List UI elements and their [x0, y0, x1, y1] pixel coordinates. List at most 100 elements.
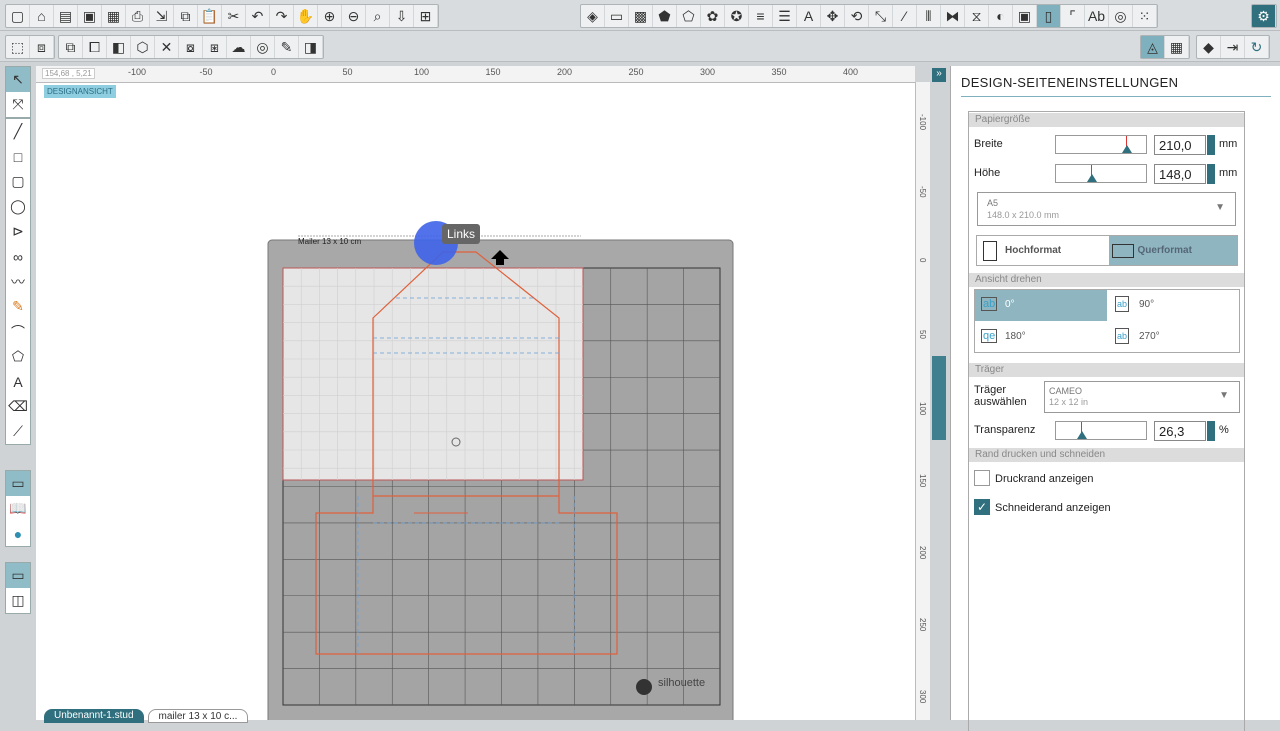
- zoom-in-icon[interactable]: ⊕: [318, 5, 342, 27]
- select-arrow-icon[interactable]: ↖: [6, 67, 30, 92]
- send-eraser-icon[interactable]: ◆: [1197, 36, 1221, 58]
- design-canvas[interactable]: Mailer 13 x 10 cm Links silhouette DESIG…: [36, 66, 915, 720]
- line-style-icon[interactable]: ⬠: [677, 5, 701, 27]
- refresh-icon[interactable]: ↻: [1245, 36, 1269, 58]
- line-width-icon[interactable]: ☰: [773, 5, 797, 27]
- window-icon[interactable]: ▭: [6, 563, 30, 588]
- library-icon[interactable]: ▤: [54, 5, 78, 27]
- fill-icon[interactable]: ◈: [581, 5, 605, 27]
- width-stepper[interactable]: [1207, 135, 1215, 155]
- copy-icon[interactable]: ⧉: [174, 5, 198, 27]
- pencil-icon[interactable]: ✎: [6, 294, 30, 319]
- scroll-thumb[interactable]: [932, 356, 946, 440]
- zoom-drag-icon[interactable]: ⇩: [390, 5, 414, 27]
- pattern-icon[interactable]: ▩: [629, 5, 653, 27]
- cut-icon[interactable]: ✂: [222, 5, 246, 27]
- height-input[interactable]: 148,0: [1154, 164, 1206, 184]
- nesting-icon[interactable]: ⧖: [965, 5, 989, 27]
- portrait-button[interactable]: Hochformat: [977, 236, 1109, 265]
- page-setup-icon[interactable]: ▯: [1037, 5, 1061, 27]
- height-slider[interactable]: [1055, 164, 1147, 183]
- knife-icon[interactable]: ✎: [275, 36, 299, 58]
- ellipse-icon[interactable]: ◯: [6, 194, 30, 219]
- print-icon[interactable]: ⎙: [126, 5, 150, 27]
- select-all-icon[interactable]: ⬚: [6, 36, 30, 58]
- zoom-select-icon[interactable]: ⌕: [366, 5, 390, 27]
- paste-icon[interactable]: 📋: [198, 5, 222, 27]
- tab-mailer[interactable]: mailer 13 x 10 c...: [147, 709, 249, 723]
- cloud-icon[interactable]: ☁: [227, 36, 251, 58]
- design-page-icon[interactable]: ▭: [6, 471, 30, 496]
- group-icon[interactable]: ⧉: [59, 36, 83, 58]
- send-cut-icon[interactable]: ⇥: [1221, 36, 1245, 58]
- library-panel-icon[interactable]: ◨: [299, 36, 323, 58]
- landscape-button[interactable]: Querformat: [1108, 236, 1237, 265]
- text-style-icon[interactable]: A: [797, 5, 821, 27]
- arc-icon[interactable]: ⌒: [6, 319, 30, 344]
- cut-border-checkbox[interactable]: ✓: [974, 499, 990, 515]
- transform-icon[interactable]: ✥: [821, 5, 845, 27]
- align-icon[interactable]: ⫴: [917, 5, 941, 27]
- rounded-rect-icon[interactable]: ▢: [6, 169, 30, 194]
- subtract-icon[interactable]: ⧆: [203, 36, 227, 58]
- transparency-stepper[interactable]: [1207, 421, 1215, 441]
- gradient-icon[interactable]: ▭: [605, 5, 629, 27]
- send-icon[interactable]: ⇲: [150, 5, 174, 27]
- scale-icon[interactable]: ⤡: [869, 5, 893, 27]
- eraser-icon[interactable]: ⌫: [6, 394, 30, 419]
- freehand-icon[interactable]: 〰: [6, 269, 30, 294]
- new-icon[interactable]: ▢: [6, 5, 30, 27]
- paper-size-dropdown[interactable]: A5 148.0 x 210.0 mm ▼: [977, 192, 1236, 226]
- target-icon[interactable]: ◎: [251, 36, 275, 58]
- weld-icon[interactable]: ⧇: [179, 36, 203, 58]
- point-edit-icon[interactable]: ⤧: [6, 92, 30, 117]
- replicate-icon[interactable]: ⧓: [941, 5, 965, 27]
- library-icon[interactable]: 📖: [6, 496, 30, 521]
- split-view-icon[interactable]: ◫: [6, 588, 30, 613]
- modify-icon[interactable]: ◐: [989, 5, 1013, 27]
- curve-icon[interactable]: ∞: [6, 244, 30, 269]
- rotate-90-button[interactable]: ab 90°: [1109, 290, 1239, 321]
- rotate-180-button[interactable]: qe 180°: [975, 322, 1107, 353]
- rotate-0-button[interactable]: ab 0°: [975, 290, 1107, 321]
- release-icon[interactable]: ✕: [155, 36, 179, 58]
- height-stepper[interactable]: [1207, 164, 1215, 184]
- print-border-checkbox[interactable]: [974, 470, 990, 486]
- pan-icon[interactable]: ✋: [294, 5, 318, 27]
- width-input[interactable]: 210,0: [1154, 135, 1206, 155]
- deselect-icon[interactable]: ⧈: [30, 36, 54, 58]
- transparency-input[interactable]: 26,3: [1154, 421, 1206, 441]
- effects-icon[interactable]: ✿: [701, 5, 725, 27]
- registration-icon[interactable]: ⌜: [1061, 5, 1085, 27]
- save-as-icon[interactable]: ▦: [102, 5, 126, 27]
- sketch-icon[interactable]: ✪: [725, 5, 749, 27]
- ungroup-icon[interactable]: ⧠: [83, 36, 107, 58]
- mat-dropdown[interactable]: CAMEO 12 x 12 in ▼: [1044, 381, 1240, 413]
- transparency-slider[interactable]: [1055, 421, 1147, 440]
- undo-icon[interactable]: ↶: [246, 5, 270, 27]
- offset-icon[interactable]: ▣: [1013, 5, 1037, 27]
- design-view-icon[interactable]: ◬: [1141, 36, 1165, 58]
- rectangle-icon[interactable]: □: [6, 144, 30, 169]
- knife-icon[interactable]: ⟋: [6, 419, 30, 444]
- vertical-scrollbar[interactable]: »: [930, 66, 948, 720]
- redo-icon[interactable]: ↷: [270, 5, 294, 27]
- tab-untitled[interactable]: Unbenannt-1.stud: [44, 709, 144, 723]
- zoom-out-icon[interactable]: ⊖: [342, 5, 366, 27]
- pentagon-icon[interactable]: ⬠: [6, 344, 30, 369]
- open-icon[interactable]: ⌂: [30, 5, 54, 27]
- compound-icon[interactable]: ⬡: [131, 36, 155, 58]
- line-color-list-icon[interactable]: ≡: [749, 5, 773, 27]
- collapse-panel-icon[interactable]: »: [932, 68, 946, 82]
- gear-icon[interactable]: ⚙: [1252, 5, 1276, 27]
- fit-page-icon[interactable]: ⊞: [414, 5, 438, 27]
- rotate-icon[interactable]: ⟲: [845, 5, 869, 27]
- line-color-icon[interactable]: ⬟: [653, 5, 677, 27]
- text-to-path-icon[interactable]: Ab: [1085, 5, 1109, 27]
- bring-front-icon[interactable]: ◧: [107, 36, 131, 58]
- text-icon[interactable]: A: [6, 369, 30, 394]
- line-icon[interactable]: ╱: [6, 119, 30, 144]
- width-slider[interactable]: [1055, 135, 1147, 154]
- rotate-270-button[interactable]: ab 270°: [1109, 322, 1239, 353]
- polygon-icon[interactable]: ⊳: [6, 219, 30, 244]
